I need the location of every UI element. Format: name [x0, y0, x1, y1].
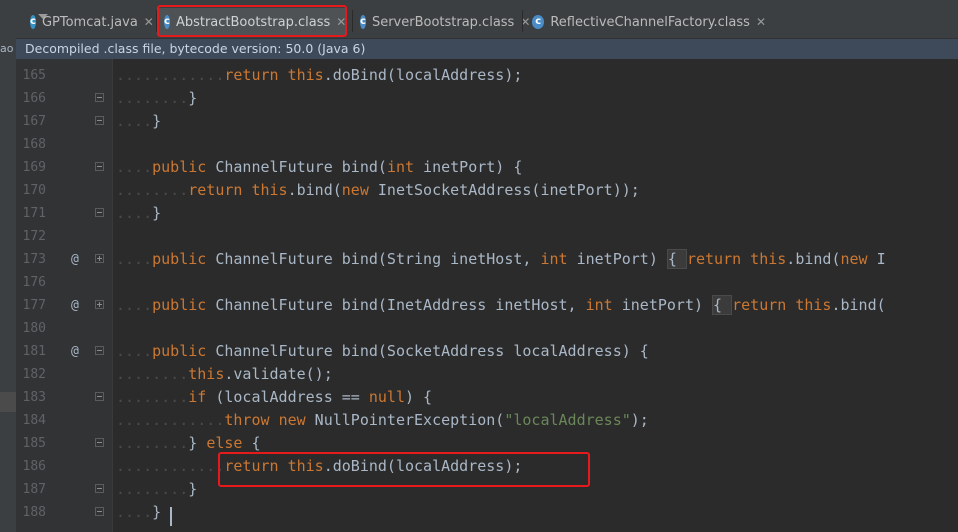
return-statement-highlight-box [218, 452, 590, 487]
line-number: 173 [22, 252, 46, 267]
code-text: ........} [116, 89, 198, 107]
line-number: 171 [22, 206, 46, 221]
folded-block-brace[interactable]: { [666, 249, 687, 269]
fold-collapse-icon[interactable] [95, 484, 104, 493]
line-number: 188 [22, 505, 46, 520]
code-text: ....} [116, 204, 162, 222]
code-line: 188 ....} [16, 501, 958, 524]
tab-separator [522, 10, 523, 32]
code-text: ....public ChannelFuture bind(String ine… [116, 249, 886, 269]
line-number: 181 [22, 344, 46, 359]
code-line: 181 @ ....public ChannelFuture bind(Sock… [16, 340, 958, 363]
line-number: 182 [22, 367, 46, 382]
code-text: ........if (localAddress == null) { [116, 388, 433, 406]
tab-label: ReflectiveChannelFactory.class [550, 14, 750, 30]
text-cursor [170, 507, 172, 526]
code-line: 172 [16, 225, 958, 248]
code-line: 170 ........return this.bind(new InetSoc… [16, 179, 958, 202]
line-number: 170 [22, 183, 46, 198]
code-text: ............return this.doBind(localAddr… [116, 66, 523, 84]
class-file-icon: c [532, 15, 545, 29]
line-number: 168 [22, 137, 46, 152]
fold-collapse-icon[interactable] [95, 162, 104, 171]
code-text: ....public ChannelFuture bind(InetAddres… [116, 295, 886, 315]
code-text: ....public ChannelFuture bind(int inetPo… [116, 158, 523, 176]
code-text: ............throw new NullPointerExcepti… [116, 411, 649, 429]
code-line: 177 @ ....public ChannelFuture bind(Inet… [16, 294, 958, 317]
code-line: 180 [16, 317, 958, 340]
line-number: 187 [22, 482, 46, 497]
line-number: 176 [22, 275, 46, 290]
project-tool-strip[interactable]: ao [0, 0, 17, 532]
code-line: 168 [16, 133, 958, 156]
fold-collapse-icon[interactable] [95, 438, 104, 447]
fold-expand-icon[interactable] [95, 254, 104, 263]
code-line: 166 ........} [16, 87, 958, 110]
line-number: 185 [22, 436, 46, 451]
code-text: ....} [116, 112, 162, 130]
code-text: ....public ChannelFuture bind(SocketAddr… [116, 342, 649, 360]
project-strip-selection [0, 392, 16, 412]
override-annotation-icon[interactable]: @ [71, 340, 79, 363]
code-line: 167 ....} [16, 110, 958, 133]
code-line: 173 @ ....public ChannelFuture bind(Stri… [16, 248, 958, 271]
line-number: 172 [22, 229, 46, 244]
code-line: 169 ....public ChannelFuture bind(int in… [16, 156, 958, 179]
decompiled-info-banner: Decompiled .class file, bytecode version… [16, 39, 958, 59]
java-class-icon: c [30, 15, 36, 29]
tab-label: ServerBootstrap.class [371, 14, 515, 30]
code-line: 171 ....} [16, 202, 958, 225]
fold-collapse-icon[interactable] [95, 392, 104, 401]
code-line: 165 ............return this.doBind(local… [16, 64, 958, 87]
line-number: 184 [22, 413, 46, 428]
line-number: 183 [22, 390, 46, 405]
code-line: 182 ........this.validate(); [16, 363, 958, 386]
code-line: 176 [16, 271, 958, 294]
fold-expand-icon[interactable] [95, 300, 104, 309]
tab-reflectivechannelfactory[interactable]: c ReflectiveChannelFactory.class ✕ [526, 8, 766, 36]
active-tab-highlight-box [157, 5, 347, 37]
line-number: 177 [22, 298, 46, 313]
code-line: 184 ............throw new NullPointerExc… [16, 409, 958, 432]
line-number: 166 [22, 91, 46, 106]
close-icon[interactable]: ✕ [756, 15, 766, 29]
tab-separator [352, 10, 353, 32]
code-text: ....} [116, 503, 162, 521]
code-text: ........this.validate(); [116, 365, 333, 383]
line-number: 169 [22, 160, 46, 175]
override-annotation-icon[interactable]: @ [71, 294, 79, 317]
tab-gptomcat[interactable]: c GPTomcat.java ✕ [24, 8, 154, 36]
class-file-icon: c [360, 15, 366, 29]
code-line: 183 ........if (localAddress == null) { [16, 386, 958, 409]
fold-collapse-icon[interactable] [95, 507, 104, 516]
fold-collapse-icon[interactable] [95, 116, 104, 125]
line-number: 180 [22, 321, 46, 336]
close-icon[interactable]: ✕ [144, 15, 154, 29]
fold-collapse-icon[interactable] [95, 93, 104, 102]
code-text: ........} [116, 480, 198, 498]
line-number: 186 [22, 459, 46, 474]
override-annotation-icon[interactable]: @ [71, 248, 79, 271]
tab-serverbootstrap[interactable]: c ServerBootstrap.class ✕ [354, 8, 530, 36]
fold-collapse-icon[interactable] [95, 346, 104, 355]
line-number: 165 [22, 68, 46, 83]
fold-collapse-icon[interactable] [95, 208, 104, 217]
folded-block-brace[interactable]: { [712, 295, 733, 315]
tab-label: GPTomcat.java [41, 14, 138, 30]
line-number: 167 [22, 114, 46, 129]
project-strip-text: ao [0, 42, 14, 55]
code-text: ........return this.bind(new InetSocketA… [116, 181, 640, 199]
